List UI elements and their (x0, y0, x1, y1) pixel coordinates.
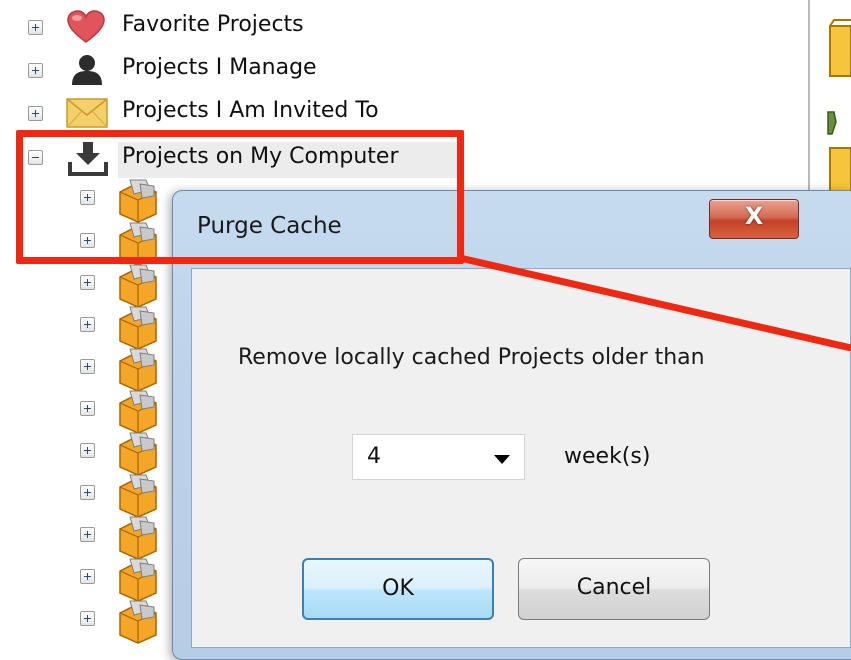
tree-item-label: Projects I Am Invited To (122, 98, 379, 123)
folder-icon (829, 19, 851, 77)
period-unit-label: week(s) (564, 444, 651, 469)
expand-icon[interactable] (80, 485, 95, 500)
dialog-body: Remove locally cached Projects older tha… (191, 268, 851, 648)
expand-icon[interactable] (80, 443, 95, 458)
envelope-icon (66, 98, 108, 128)
period-dropdown[interactable]: 4 (352, 434, 525, 480)
annotation-highlight-box (16, 130, 464, 264)
dialog-message: Remove locally cached Projects older tha… (238, 345, 705, 370)
expand-icon[interactable] (28, 106, 43, 121)
tree-item-projects-i-manage[interactable]: Projects I Manage (0, 49, 400, 91)
tree-item-label: Projects I Manage (122, 55, 317, 80)
period-value: 4 (367, 444, 381, 469)
person-icon (72, 55, 102, 85)
expand-icon[interactable] (80, 275, 95, 290)
cancel-button[interactable]: Cancel (518, 558, 710, 620)
expand-icon[interactable] (28, 20, 43, 35)
expand-icon[interactable] (28, 63, 43, 78)
tree-item-projects-invited[interactable]: Projects I Am Invited To (0, 92, 460, 134)
ok-button[interactable]: OK (302, 558, 494, 620)
expand-icon[interactable] (80, 611, 95, 626)
expand-icon[interactable] (80, 569, 95, 584)
folder-icon (827, 111, 851, 197)
close-icon: X (744, 202, 764, 230)
expand-icon[interactable] (80, 527, 95, 542)
heart-icon (67, 10, 105, 43)
tree-item-favorite-projects[interactable]: Favorite Projects (0, 6, 400, 48)
expand-icon[interactable] (80, 401, 95, 416)
chevron-down-icon (494, 455, 510, 464)
close-button[interactable]: X (709, 199, 799, 239)
expand-icon[interactable] (80, 359, 95, 374)
tree-item-label: Favorite Projects (122, 12, 304, 37)
expand-icon[interactable] (80, 317, 95, 332)
